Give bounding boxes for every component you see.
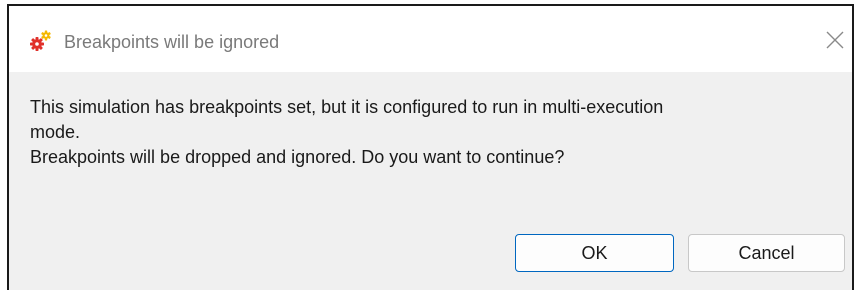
dialog-message: This simulation has breakpoints set, but… [30, 95, 820, 170]
dialog-title: Breakpoints will be ignored [64, 32, 280, 52]
close-icon [826, 31, 844, 49]
cancel-button[interactable]: Cancel [688, 234, 845, 272]
dialog-window: Breakpoints will be ignored This simulat… [7, 4, 854, 290]
close-button[interactable] [821, 26, 849, 54]
message-line: Breakpoints will be dropped and ignored.… [30, 147, 565, 167]
gears-icon [30, 30, 52, 52]
ok-button[interactable]: OK [515, 234, 674, 272]
message-line: This simulation has breakpoints set, but… [30, 97, 664, 117]
message-line: mode. [30, 122, 81, 142]
title-bar: Breakpoints will be ignored [9, 6, 852, 72]
